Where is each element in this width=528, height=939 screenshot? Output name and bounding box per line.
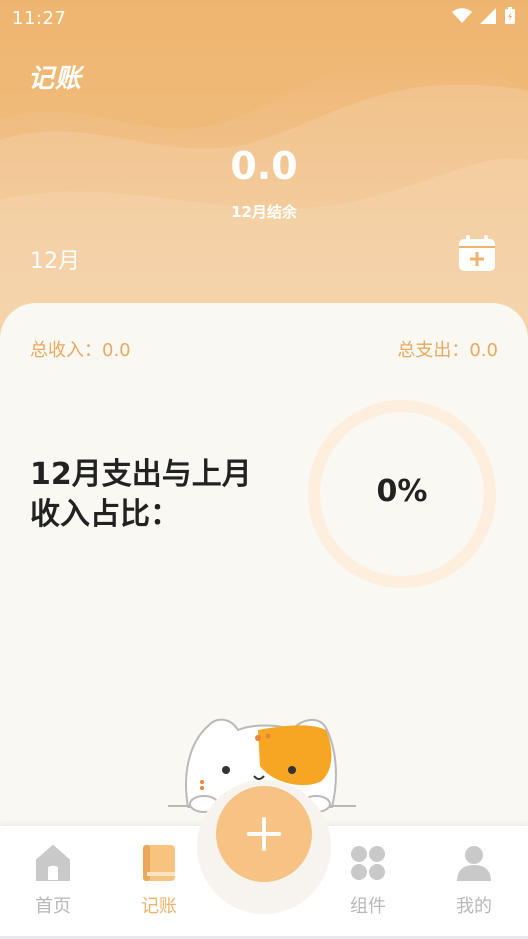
total-income: 总收入：0.0: [30, 340, 131, 361]
app-title: 记账: [28, 64, 83, 94]
nav-item-home[interactable]: 首页: [0, 844, 106, 918]
nav-label-bookkeeping: 记账: [141, 896, 177, 917]
person-icon: [457, 846, 491, 881]
nav-item-bookkeeping[interactable]: 记账: [106, 844, 212, 918]
home-icon: [36, 845, 70, 881]
status-bar: 11:27: [0, 0, 528, 36]
balance-label: 12月结余: [231, 203, 297, 221]
signal-icon: [480, 8, 496, 24]
nav-label-widgets: 组件: [350, 896, 386, 917]
nav-label-home: 首页: [35, 896, 71, 917]
month-selector[interactable]: 12月: [30, 243, 80, 275]
ratio-label: 12月支出与上月收入占比：: [30, 457, 252, 532]
total-expense: 总支出：0.0: [397, 340, 498, 361]
calendar-add-icon[interactable]: [458, 235, 496, 273]
wifi-icon: [452, 8, 472, 23]
ratio-value: 0%: [376, 474, 428, 509]
add-record-button[interactable]: [216, 786, 312, 882]
battery-icon: [505, 7, 515, 24]
book-icon: [143, 845, 175, 881]
nav-item-profile[interactable]: 我的: [421, 844, 527, 918]
widget-icon: [351, 846, 385, 880]
plus-icon: [247, 817, 281, 851]
nav-item-widgets[interactable]: 组件: [315, 844, 421, 918]
status-time: 11:27: [12, 8, 67, 29]
nav-label-profile: 我的: [456, 896, 492, 917]
balance-value: 0.0: [230, 144, 298, 188]
